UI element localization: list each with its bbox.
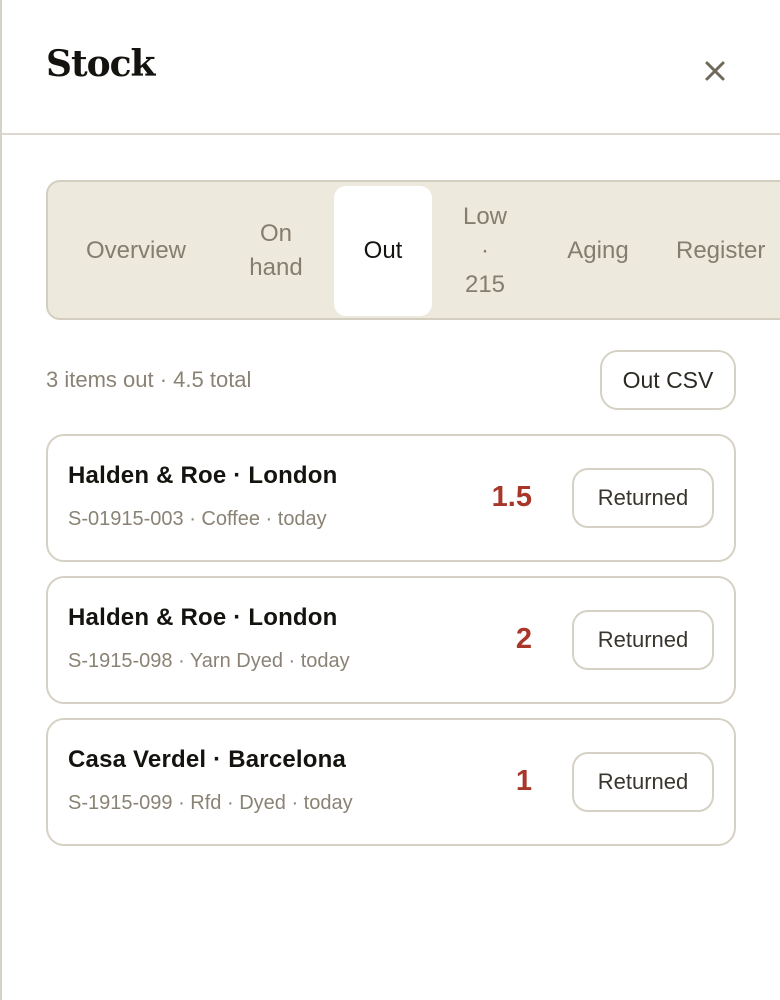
tab-on-hand[interactable]: On hand [228,186,324,316]
tab-out[interactable]: Out [334,186,432,316]
item-quantity: 1 [515,765,532,797]
item-quantity: 2 [515,623,532,655]
panel-left-border [0,0,2,1000]
out-summary: 3 items out · 4.5 total [46,367,252,392]
item-details: S-1915-099 · Rfd · Dyed · today [68,792,353,814]
list-item: Casa Verdel · Barcelona S-1915-099 · Rfd… [46,718,736,846]
tab-low[interactable]: Low · 215 [440,186,530,316]
item-customer: Halden & Roe · London [68,462,338,489]
list-item: Halden & Roe · London S-1915-098 · Yarn … [46,576,736,704]
item-quantity: 1.5 [491,481,532,513]
item-details: S-01915-003 · Coffee · today [68,508,327,530]
tab-aging[interactable]: Aging [548,186,648,316]
item-customer: Casa Verdel · Barcelona [68,746,347,773]
returned-button[interactable]: Returned [572,752,714,812]
tab-register[interactable]: Register [676,186,780,316]
list-item: Halden & Roe · London S-01915-003 · Coff… [46,434,736,562]
item-customer: Halden & Roe · London [68,604,338,631]
export-out-csv-button[interactable]: Out CSV [600,350,736,410]
header-divider [2,133,780,135]
close-icon [705,61,725,81]
tab-bar: Overview On hand Out Low · 215 Aging Reg… [46,180,780,320]
panel-title: Stock [46,43,156,85]
returned-button[interactable]: Returned [572,610,714,670]
item-details: S-1915-098 · Yarn Dyed · today [68,650,350,672]
tab-overview[interactable]: Overview [66,186,206,316]
returned-button[interactable]: Returned [572,468,714,528]
close-button[interactable] [696,52,734,90]
